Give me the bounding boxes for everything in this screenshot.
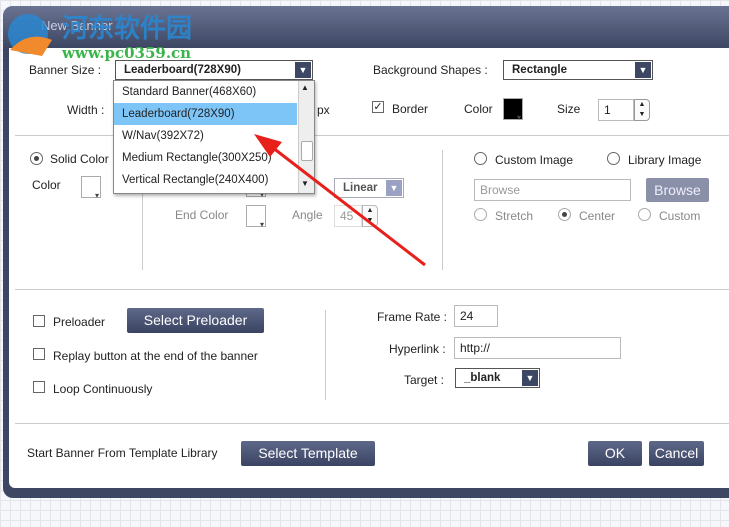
annotation-arrow [254, 134, 426, 267]
